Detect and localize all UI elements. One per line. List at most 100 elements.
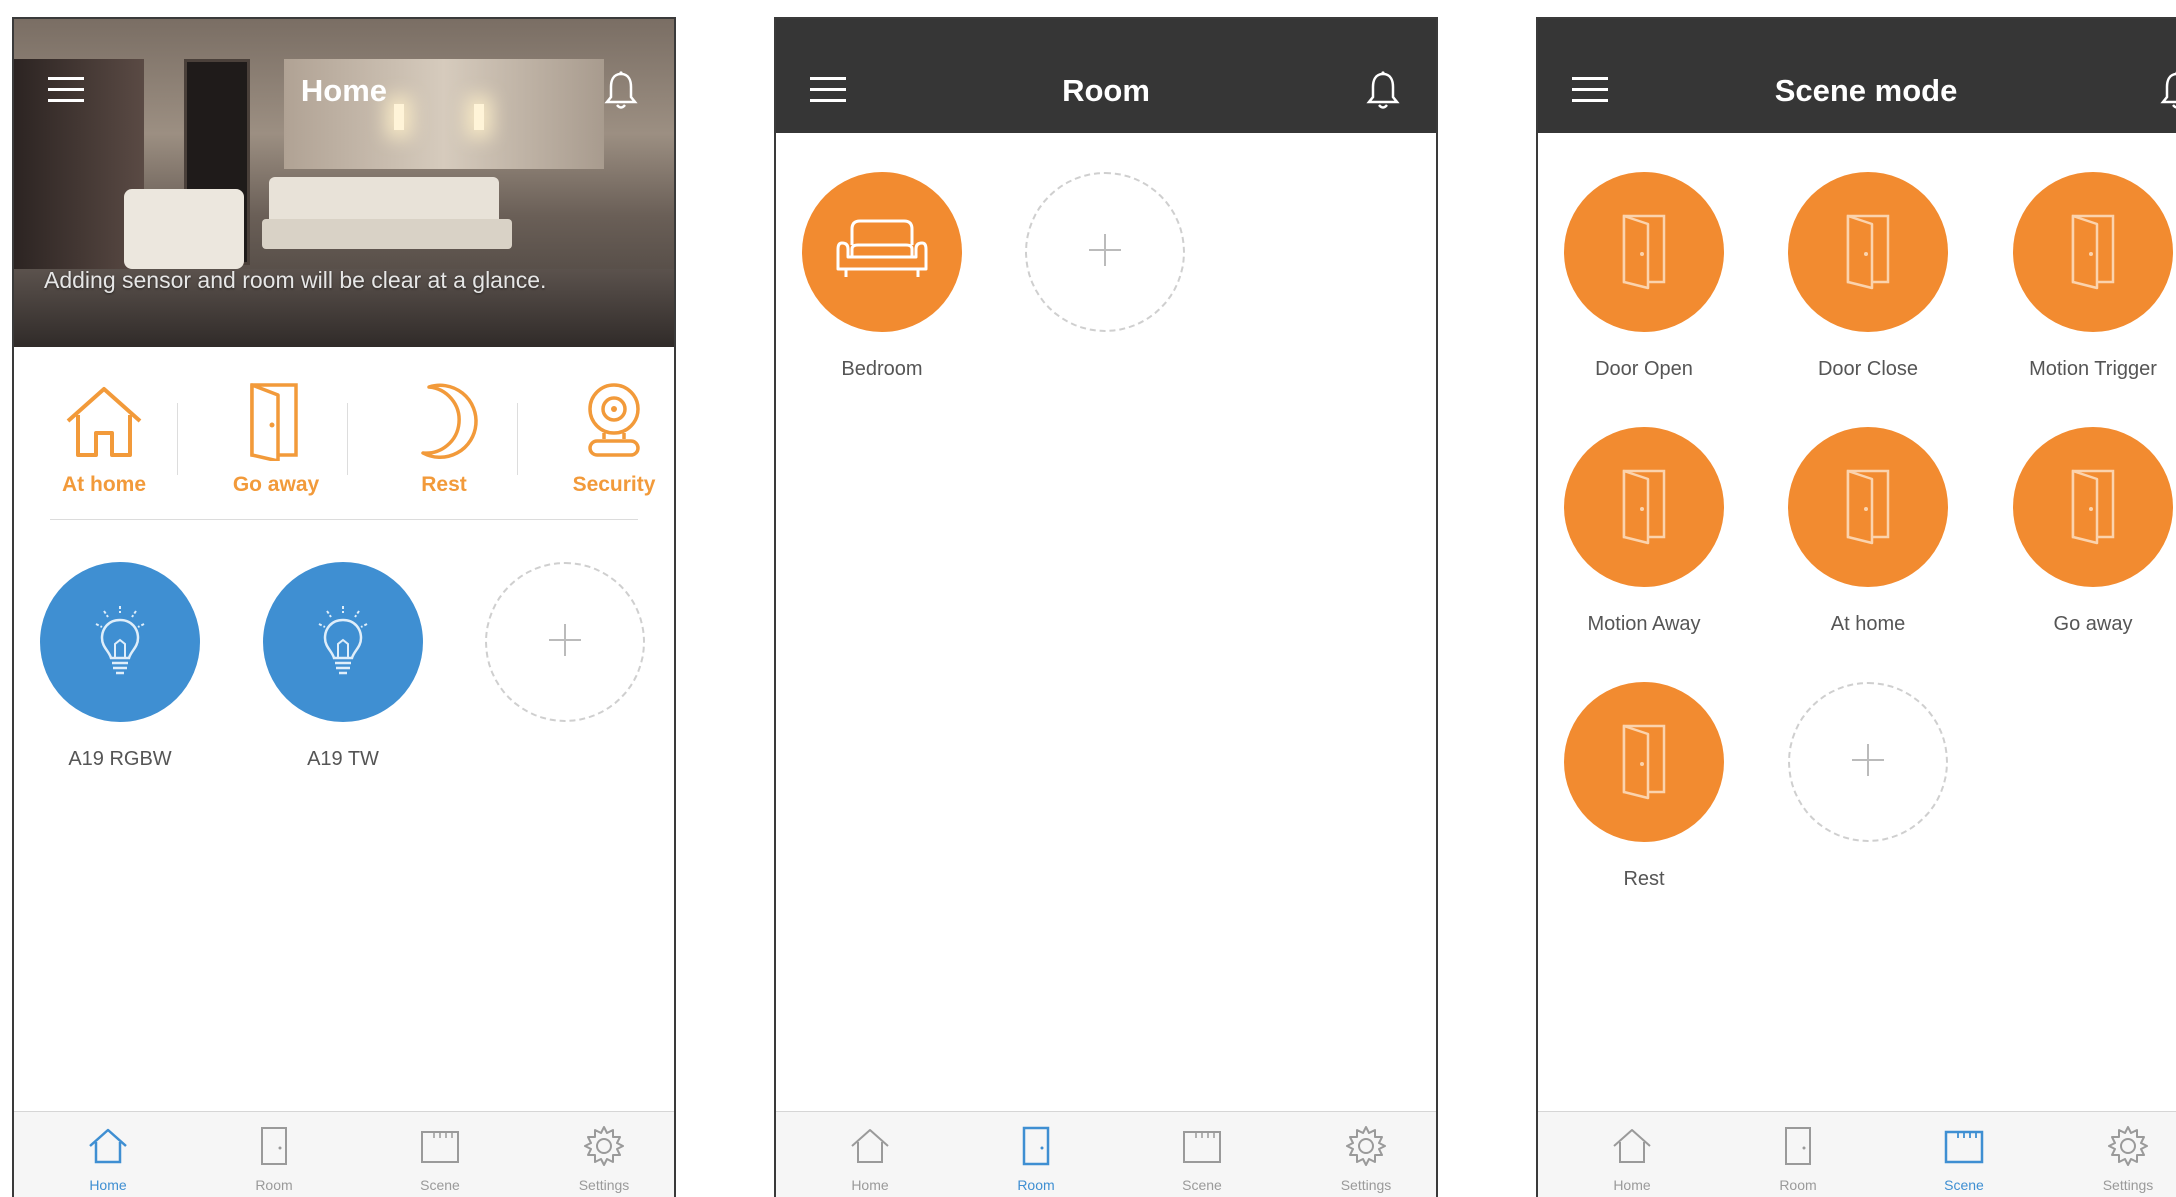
plus-icon bbox=[545, 620, 585, 665]
door-icon bbox=[2063, 210, 2123, 295]
add-circle bbox=[1025, 172, 1185, 332]
tab-scene[interactable]: Scene bbox=[1142, 1124, 1262, 1193]
tab-bar: Home Room Scene Settings bbox=[14, 1111, 674, 1197]
door-icon bbox=[1022, 1126, 1050, 1166]
mode-go-away[interactable]: Go away bbox=[206, 371, 346, 497]
bell-icon[interactable] bbox=[604, 71, 638, 116]
page-title: Room bbox=[1062, 73, 1150, 108]
scene-tile[interactable]: Motion Away bbox=[1559, 427, 1729, 636]
door-icon bbox=[261, 1127, 287, 1165]
tab-home[interactable]: Home bbox=[48, 1124, 168, 1193]
door-icon bbox=[206, 371, 346, 461]
device-tile[interactable]: A19 RGBW bbox=[35, 562, 205, 771]
scene-icon bbox=[421, 1131, 459, 1163]
device-label: A19 TW bbox=[307, 748, 379, 770]
mode-rest[interactable]: Rest bbox=[374, 371, 514, 497]
tab-label: Settings bbox=[578, 1177, 630, 1193]
add-circle bbox=[485, 562, 645, 722]
scene-circle bbox=[1564, 172, 1724, 332]
room-tile-bedroom[interactable]: Bedroom bbox=[797, 172, 967, 381]
add-room-button[interactable] bbox=[1020, 172, 1190, 332]
scene-circle bbox=[2013, 427, 2173, 587]
mode-label: Go away bbox=[232, 473, 320, 496]
device-circle bbox=[40, 562, 200, 722]
door-icon bbox=[1614, 720, 1674, 805]
tab-home[interactable]: Home bbox=[810, 1124, 930, 1193]
room-screen: Room Bedroom Home Room Scene Settings bbox=[774, 17, 1438, 1197]
tab-settings[interactable]: Settings bbox=[1306, 1124, 1426, 1193]
house-icon bbox=[34, 371, 174, 461]
scene-label: At home bbox=[1830, 613, 1906, 635]
door-icon bbox=[1785, 1127, 1811, 1165]
mode-label: At home bbox=[62, 473, 146, 496]
tab-room[interactable]: Room bbox=[976, 1124, 1096, 1193]
mode-label: Rest bbox=[421, 473, 467, 496]
header: Scene mode bbox=[1538, 19, 2176, 133]
scene-circle bbox=[1564, 427, 1724, 587]
scene-circle bbox=[1788, 172, 1948, 332]
tab-bar: Home Room Scene Settings bbox=[1538, 1111, 2176, 1197]
scene-tile[interactable]: Go away bbox=[2008, 427, 2176, 636]
add-device-button[interactable] bbox=[480, 562, 650, 722]
moon-icon bbox=[374, 371, 514, 461]
door-icon bbox=[1838, 465, 1898, 550]
house-icon bbox=[89, 1128, 127, 1164]
mode-label: Security bbox=[572, 473, 656, 496]
add-scene-button[interactable] bbox=[1783, 682, 1953, 842]
scene-label: Door Open bbox=[1595, 358, 1693, 380]
gear-icon bbox=[584, 1126, 624, 1166]
house-icon bbox=[851, 1129, 889, 1163]
mode-security[interactable]: Security bbox=[544, 371, 674, 497]
scene-circle bbox=[1564, 682, 1724, 842]
door-icon bbox=[1838, 210, 1898, 295]
mode-at-home[interactable]: At home bbox=[34, 371, 174, 497]
room-circle bbox=[802, 172, 962, 332]
tab-scene[interactable]: Scene bbox=[1904, 1124, 2024, 1193]
scene-tile[interactable]: Motion Trigger bbox=[2008, 172, 2176, 381]
scene-icon bbox=[1183, 1131, 1221, 1163]
scene-tile[interactable]: Rest bbox=[1559, 682, 1729, 891]
home-screen: Home Adding sensor and room will be clea… bbox=[12, 17, 676, 1197]
scene-label: Door Close bbox=[1817, 358, 1919, 380]
tab-room[interactable]: Room bbox=[1738, 1124, 1858, 1193]
tab-label: Room bbox=[1017, 1177, 1055, 1193]
header: Room bbox=[776, 19, 1436, 133]
tab-settings[interactable]: Settings bbox=[544, 1124, 664, 1193]
device-label: A19 RGBW bbox=[68, 748, 172, 770]
tab-room[interactable]: Room bbox=[214, 1124, 334, 1193]
gear-icon bbox=[1346, 1126, 1386, 1166]
house-icon bbox=[1613, 1129, 1651, 1163]
scene-label: Motion Trigger bbox=[2029, 358, 2157, 380]
banner-caption: Adding sensor and room will be clear at … bbox=[44, 267, 547, 293]
tab-label: Room bbox=[1779, 1177, 1817, 1193]
tab-label: Settings bbox=[2102, 1177, 2154, 1193]
scene-icon bbox=[1944, 1130, 1984, 1164]
bulb-icon bbox=[313, 600, 373, 685]
scene-circle bbox=[1788, 427, 1948, 587]
bulb-icon bbox=[90, 600, 150, 685]
home-banner: Home Adding sensor and room will be clea… bbox=[14, 19, 674, 347]
scene-screen: Scene mode Door Open Door Close Motion Tri… bbox=[1536, 17, 2176, 1197]
tab-scene[interactable]: Scene bbox=[380, 1124, 500, 1193]
bell-icon[interactable] bbox=[2160, 71, 2176, 116]
bell-icon[interactable] bbox=[1366, 71, 1400, 116]
tab-label: Scene bbox=[1944, 1177, 1984, 1193]
door-icon bbox=[1614, 465, 1674, 550]
mode-row: At home Go away Rest Security bbox=[14, 371, 674, 527]
tab-home[interactable]: Home bbox=[1572, 1124, 1692, 1193]
tab-bar: Home Room Scene Settings bbox=[776, 1111, 1436, 1197]
tab-settings[interactable]: Settings bbox=[2068, 1124, 2176, 1193]
gear-icon bbox=[2108, 1126, 2148, 1166]
scene-circle bbox=[2013, 172, 2173, 332]
door-icon bbox=[1614, 210, 1674, 295]
tab-label: Scene bbox=[420, 1177, 460, 1193]
device-tile[interactable]: A19 TW bbox=[258, 562, 428, 771]
scene-tile[interactable]: Door Open bbox=[1559, 172, 1729, 381]
tab-label: Room bbox=[255, 1177, 293, 1193]
door-icon bbox=[2063, 465, 2123, 550]
scene-tile[interactable]: Door Close bbox=[1783, 172, 1953, 381]
plus-icon bbox=[1085, 230, 1125, 275]
tab-label: Scene bbox=[1182, 1177, 1222, 1193]
add-circle bbox=[1788, 682, 1948, 842]
scene-tile[interactable]: At home bbox=[1783, 427, 1953, 636]
